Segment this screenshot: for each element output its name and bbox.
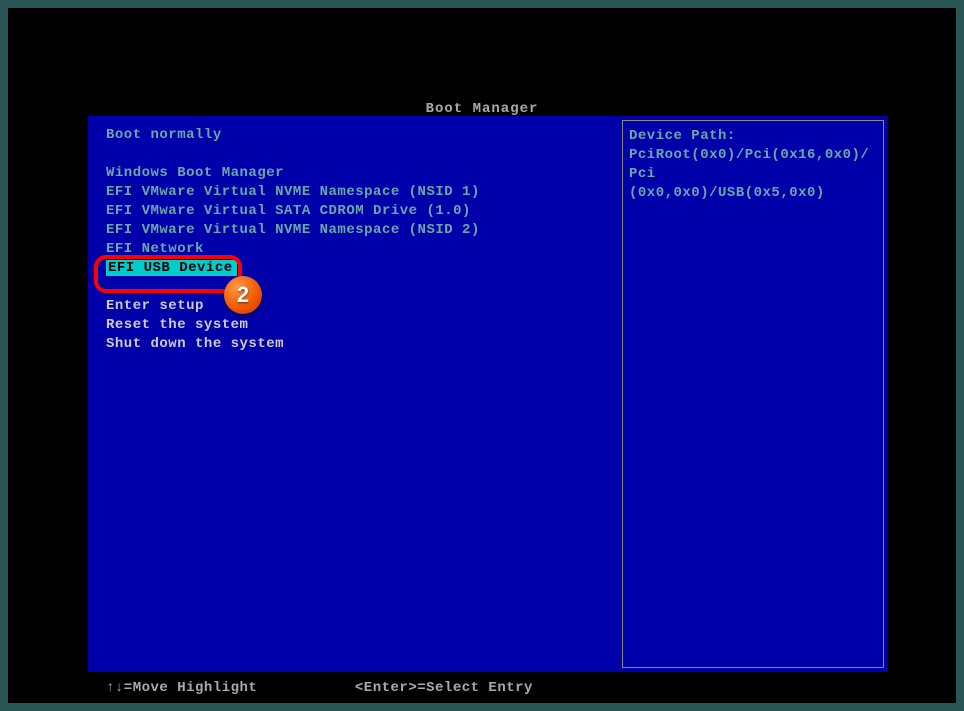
device-path-label: Device Path: [629,127,877,146]
main-panel: Boot normally Windows Boot Manager EFI V… [88,116,888,672]
bios-screen: Boot Manager Boot normally Windows Boot … [8,8,956,703]
menu-efi-nvme-1[interactable]: EFI VMware Virtual NVME Namespace (NSID … [106,183,616,202]
menu-efi-network[interactable]: EFI Network [106,240,616,259]
device-path-line1: PciRoot(0x0)/Pci(0x16,0x0)/Pci [629,146,877,184]
menu-efi-nvme-2[interactable]: EFI VMware Virtual NVME Namespace (NSID … [106,221,616,240]
menu-reset-system[interactable]: Reset the system [106,316,616,335]
menu-enter-setup[interactable]: Enter setup [106,297,616,316]
menu-efi-sata-cdrom[interactable]: EFI VMware Virtual SATA CDROM Drive (1.0… [106,202,616,221]
selected-text: EFI USB Device [106,260,237,276]
footer-hints: ↑↓=Move Highlight <Enter>=Select Entry [106,680,533,696]
spacer [106,145,616,164]
boot-menu: Boot normally Windows Boot Manager EFI V… [106,126,616,354]
hint-move: ↑↓=Move Highlight [106,680,346,696]
info-panel: Device Path: PciRoot(0x0)/Pci(0x16,0x0)/… [622,120,884,668]
hint-select: <Enter>=Select Entry [355,680,533,696]
menu-windows-boot-manager[interactable]: Windows Boot Manager [106,164,616,183]
spacer [106,278,616,297]
menu-shutdown-system[interactable]: Shut down the system [106,335,616,354]
device-path-line2: (0x0,0x0)/USB(0x5,0x0) [629,184,877,203]
menu-boot-normally[interactable]: Boot normally [106,126,616,145]
menu-efi-usb-device[interactable]: EFI USB Device [106,259,616,278]
page-title: Boot Manager [8,101,956,117]
